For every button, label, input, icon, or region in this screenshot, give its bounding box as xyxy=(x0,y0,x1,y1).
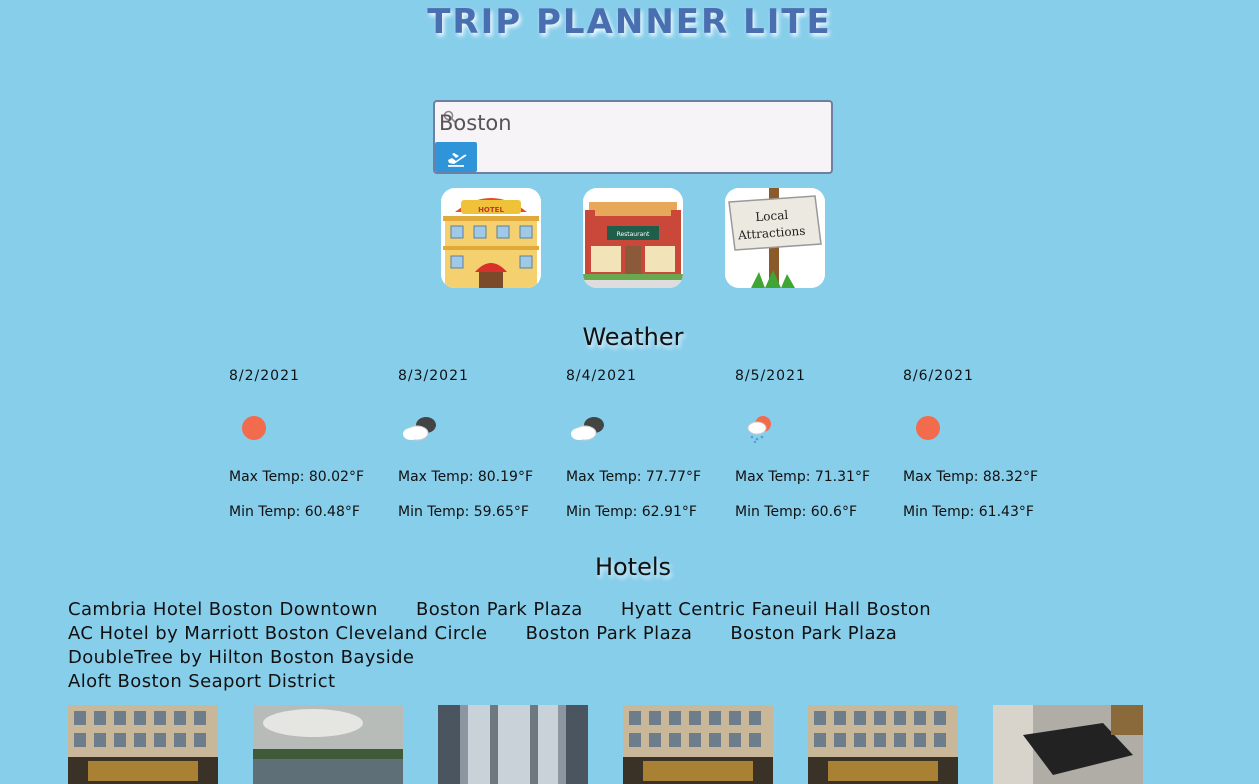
hotel-facade-image xyxy=(623,705,773,784)
hotel-link[interactable]: Boston Park Plaza xyxy=(416,599,583,620)
hotel-link[interactable]: Aloft Boston Seaport District xyxy=(68,671,335,692)
min-temp: Min Temp: 60.48°F xyxy=(229,504,360,520)
clouds-icon xyxy=(403,417,436,441)
min-temp: Min Temp: 60.6°F xyxy=(735,504,857,520)
max-temp: Max Temp: 80.02°F xyxy=(229,469,365,485)
glass-elevator-photo[interactable] xyxy=(438,705,588,784)
sun-cloud-rain-icon xyxy=(747,416,771,444)
hotel-facade-photo[interactable] xyxy=(68,705,218,784)
max-temp: Max Temp: 77.77°F xyxy=(566,469,702,485)
hotel-facade-image xyxy=(808,705,958,784)
restaurants-category-button[interactable]: Restaurant xyxy=(583,188,683,288)
hotel-facade-image xyxy=(68,705,218,784)
hotel-link[interactable]: Hyatt Centric Faneuil Hall Boston xyxy=(621,599,931,620)
restaurant-storefront-icon: Restaurant xyxy=(583,188,683,288)
hotel-link[interactable]: Boston Park Plaza xyxy=(730,623,897,644)
hotel-link[interactable]: AC Hotel by Marriott Boston Cleveland Ci… xyxy=(68,623,487,644)
river-view-image xyxy=(253,705,403,784)
hotel-room-photo[interactable] xyxy=(993,705,1143,784)
hotel-facade-photo[interactable] xyxy=(808,705,958,784)
hotels-heading: Hotels xyxy=(594,553,672,581)
attractions-sign-line1: Local xyxy=(755,208,789,224)
clouds-icon xyxy=(571,417,604,441)
forecast-date: 8/2/2021 xyxy=(229,368,300,384)
search-input[interactable] xyxy=(437,104,821,142)
signpost-icon: Local Attractions xyxy=(725,188,825,288)
search-box xyxy=(433,100,833,174)
hotel-room-image xyxy=(993,705,1143,784)
max-temp: Max Temp: 88.32°F xyxy=(903,469,1039,485)
max-temp: Max Temp: 71.31°F xyxy=(735,469,871,485)
search-button[interactable] xyxy=(435,142,477,172)
restaurant-sign-text: Restaurant xyxy=(617,231,650,238)
hotels-category-button[interactable]: HOTEL xyxy=(441,188,541,288)
max-temp: Max Temp: 80.19°F xyxy=(398,469,534,485)
hotel-link[interactable]: Boston Park Plaza xyxy=(526,623,693,644)
forecast-date: 8/3/2021 xyxy=(398,368,469,384)
min-temp: Min Temp: 59.65°F xyxy=(398,504,529,520)
forecast-date: 8/4/2021 xyxy=(566,368,637,384)
hotel-sign-text: HOTEL xyxy=(478,206,504,214)
hotel-facade-photo[interactable] xyxy=(623,705,773,784)
hotel-link[interactable]: Cambria Hotel Boston Downtown xyxy=(68,599,378,620)
forecast-date: 8/6/2021 xyxy=(903,368,974,384)
forecast-date: 8/5/2021 xyxy=(735,368,806,384)
river-view-photo[interactable] xyxy=(253,705,403,784)
sun-icon xyxy=(916,416,940,440)
app-title: Trip Planner Lite xyxy=(427,2,832,42)
min-temp: Min Temp: 61.43°F xyxy=(903,504,1034,520)
min-temp: Min Temp: 62.91°F xyxy=(566,504,697,520)
airplane-departure-icon xyxy=(448,153,467,167)
sun-icon xyxy=(242,416,266,440)
hotel-building-icon: HOTEL xyxy=(441,188,541,288)
weather-heading: Weather xyxy=(582,323,684,351)
hotel-list: Cambria Hotel Boston Downtown Boston Par… xyxy=(68,598,1228,694)
hotel-link[interactable]: DoubleTree by Hilton Boston Bayside xyxy=(68,647,414,668)
glass-elevator-image xyxy=(438,705,588,784)
attractions-category-button[interactable]: Local Attractions xyxy=(725,188,825,288)
